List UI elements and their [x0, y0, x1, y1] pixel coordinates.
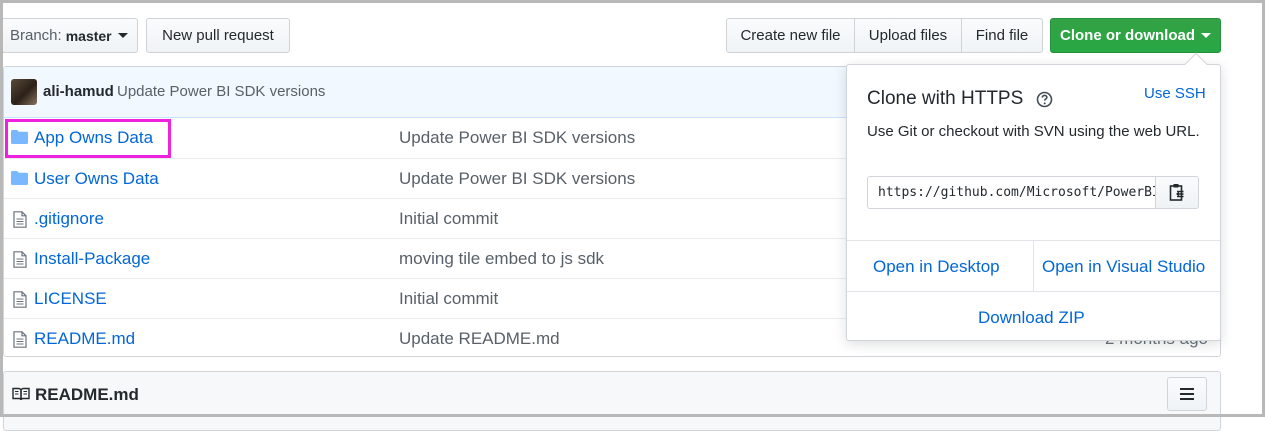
book-icon [12, 387, 30, 406]
commit-message[interactable]: Update Power BI SDK versions [117, 83, 325, 100]
popover-arrow [1184, 52, 1208, 76]
create-new-file-label: Create new file [740, 27, 841, 44]
clone-url-input[interactable]: https://github.com/Microsoft/PowerBI-Dev… [867, 176, 1155, 209]
question-icon[interactable] [1036, 91, 1053, 113]
commit-message-link[interactable]: Update README.md [399, 329, 560, 349]
copy-to-clipboard-button[interactable] [1155, 176, 1199, 209]
new-pull-request-label: New pull request [162, 27, 274, 44]
readme-header: README.md [3, 371, 1221, 431]
file-icon [13, 251, 27, 273]
readme-title: README.md [35, 385, 139, 404]
folder-icon [11, 171, 28, 190]
commit-message-link[interactable]: Update Power BI SDK versions [399, 169, 635, 189]
commit-message-link[interactable]: Update Power BI SDK versions [399, 128, 635, 148]
file-icon [13, 331, 27, 353]
file-name-link[interactable]: .gitignore [34, 209, 104, 229]
avatar[interactable] [11, 79, 37, 105]
find-file-label: Find file [975, 27, 1029, 44]
upload-files-button[interactable]: Upload files [855, 18, 962, 53]
chevron-down-icon [1201, 33, 1211, 38]
commit-message-link[interactable]: Initial commit [399, 209, 498, 229]
file-icon [13, 211, 27, 233]
file-name-link[interactable]: README.md [34, 329, 135, 349]
find-file-button[interactable]: Find file [962, 18, 1043, 53]
file-name-link[interactable]: Install-Package [34, 249, 150, 269]
download-zip-link[interactable]: Download ZIP [978, 308, 1085, 328]
clone-or-download-button[interactable]: Clone or download [1050, 18, 1221, 53]
highlight-box [5, 119, 171, 158]
commit-message-link[interactable]: moving tile embed to js sdk [399, 249, 604, 269]
clone-popover: Clone with HTTPS Use SSH Use Git or chec… [846, 52, 1221, 341]
clone-popover-title: Clone with HTTPS [867, 88, 1024, 109]
table-of-contents-button[interactable] [1167, 377, 1207, 411]
use-ssh-link[interactable]: Use SSH [1144, 85, 1206, 102]
new-pull-request-button[interactable]: New pull request [146, 18, 290, 53]
divider [1033, 240, 1034, 291]
list-icon [1180, 388, 1194, 400]
branch-select-button[interactable]: Branch: master [0, 18, 138, 53]
open-in-desktop-link[interactable]: Open in Desktop [873, 257, 1000, 277]
create-new-file-button[interactable]: Create new file [726, 18, 855, 53]
clone-or-download-label: Clone or download [1060, 27, 1195, 44]
branch-name: master [65, 27, 112, 44]
open-in-visual-studio-link[interactable]: Open in Visual Studio [1042, 257, 1205, 277]
divider [847, 291, 1220, 292]
file-icon [13, 291, 27, 313]
clipboard-icon [1169, 184, 1184, 201]
clone-popover-description: Use Git or checkout with SVN using the w… [867, 123, 1200, 140]
file-name-link[interactable]: User Owns Data [34, 169, 159, 189]
chevron-down-icon [117, 33, 128, 38]
upload-files-label: Upload files [868, 27, 948, 44]
file-name-link[interactable]: LICENSE [34, 289, 107, 309]
branch-prefix: Branch: [10, 27, 62, 44]
commit-author[interactable]: ali-hamud [43, 83, 114, 100]
commit-message-link[interactable]: Initial commit [399, 289, 498, 309]
